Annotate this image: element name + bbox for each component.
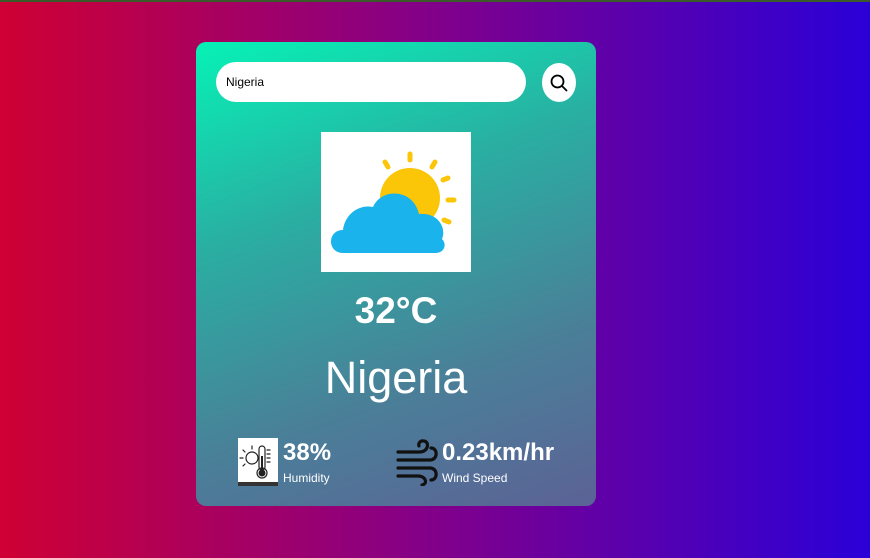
partly-cloudy-icon	[331, 151, 457, 253]
humidity-value: 38%	[283, 439, 332, 466]
wind-speed-label: Wind Speed	[442, 471, 508, 485]
search-icon	[550, 74, 568, 91]
temperature-value: 32°C	[354, 290, 438, 331]
thermometer-sun-icon	[238, 445, 278, 486]
wind-icon	[396, 438, 438, 487]
humidity-icon	[238, 438, 278, 486]
humidity-label: Humidity	[283, 471, 330, 485]
search-button[interactable]	[542, 63, 576, 102]
weather-card: 32°C Nigeria 38% Humidity	[196, 42, 596, 506]
search-input[interactable]	[216, 62, 526, 102]
city-name: Nigeria	[324, 352, 468, 403]
window-top-border	[0, 0, 870, 2]
wind-speed-value: 0.23km/hr	[442, 439, 555, 466]
wind-icon	[396, 439, 438, 487]
weather-condition-image	[321, 132, 471, 272]
